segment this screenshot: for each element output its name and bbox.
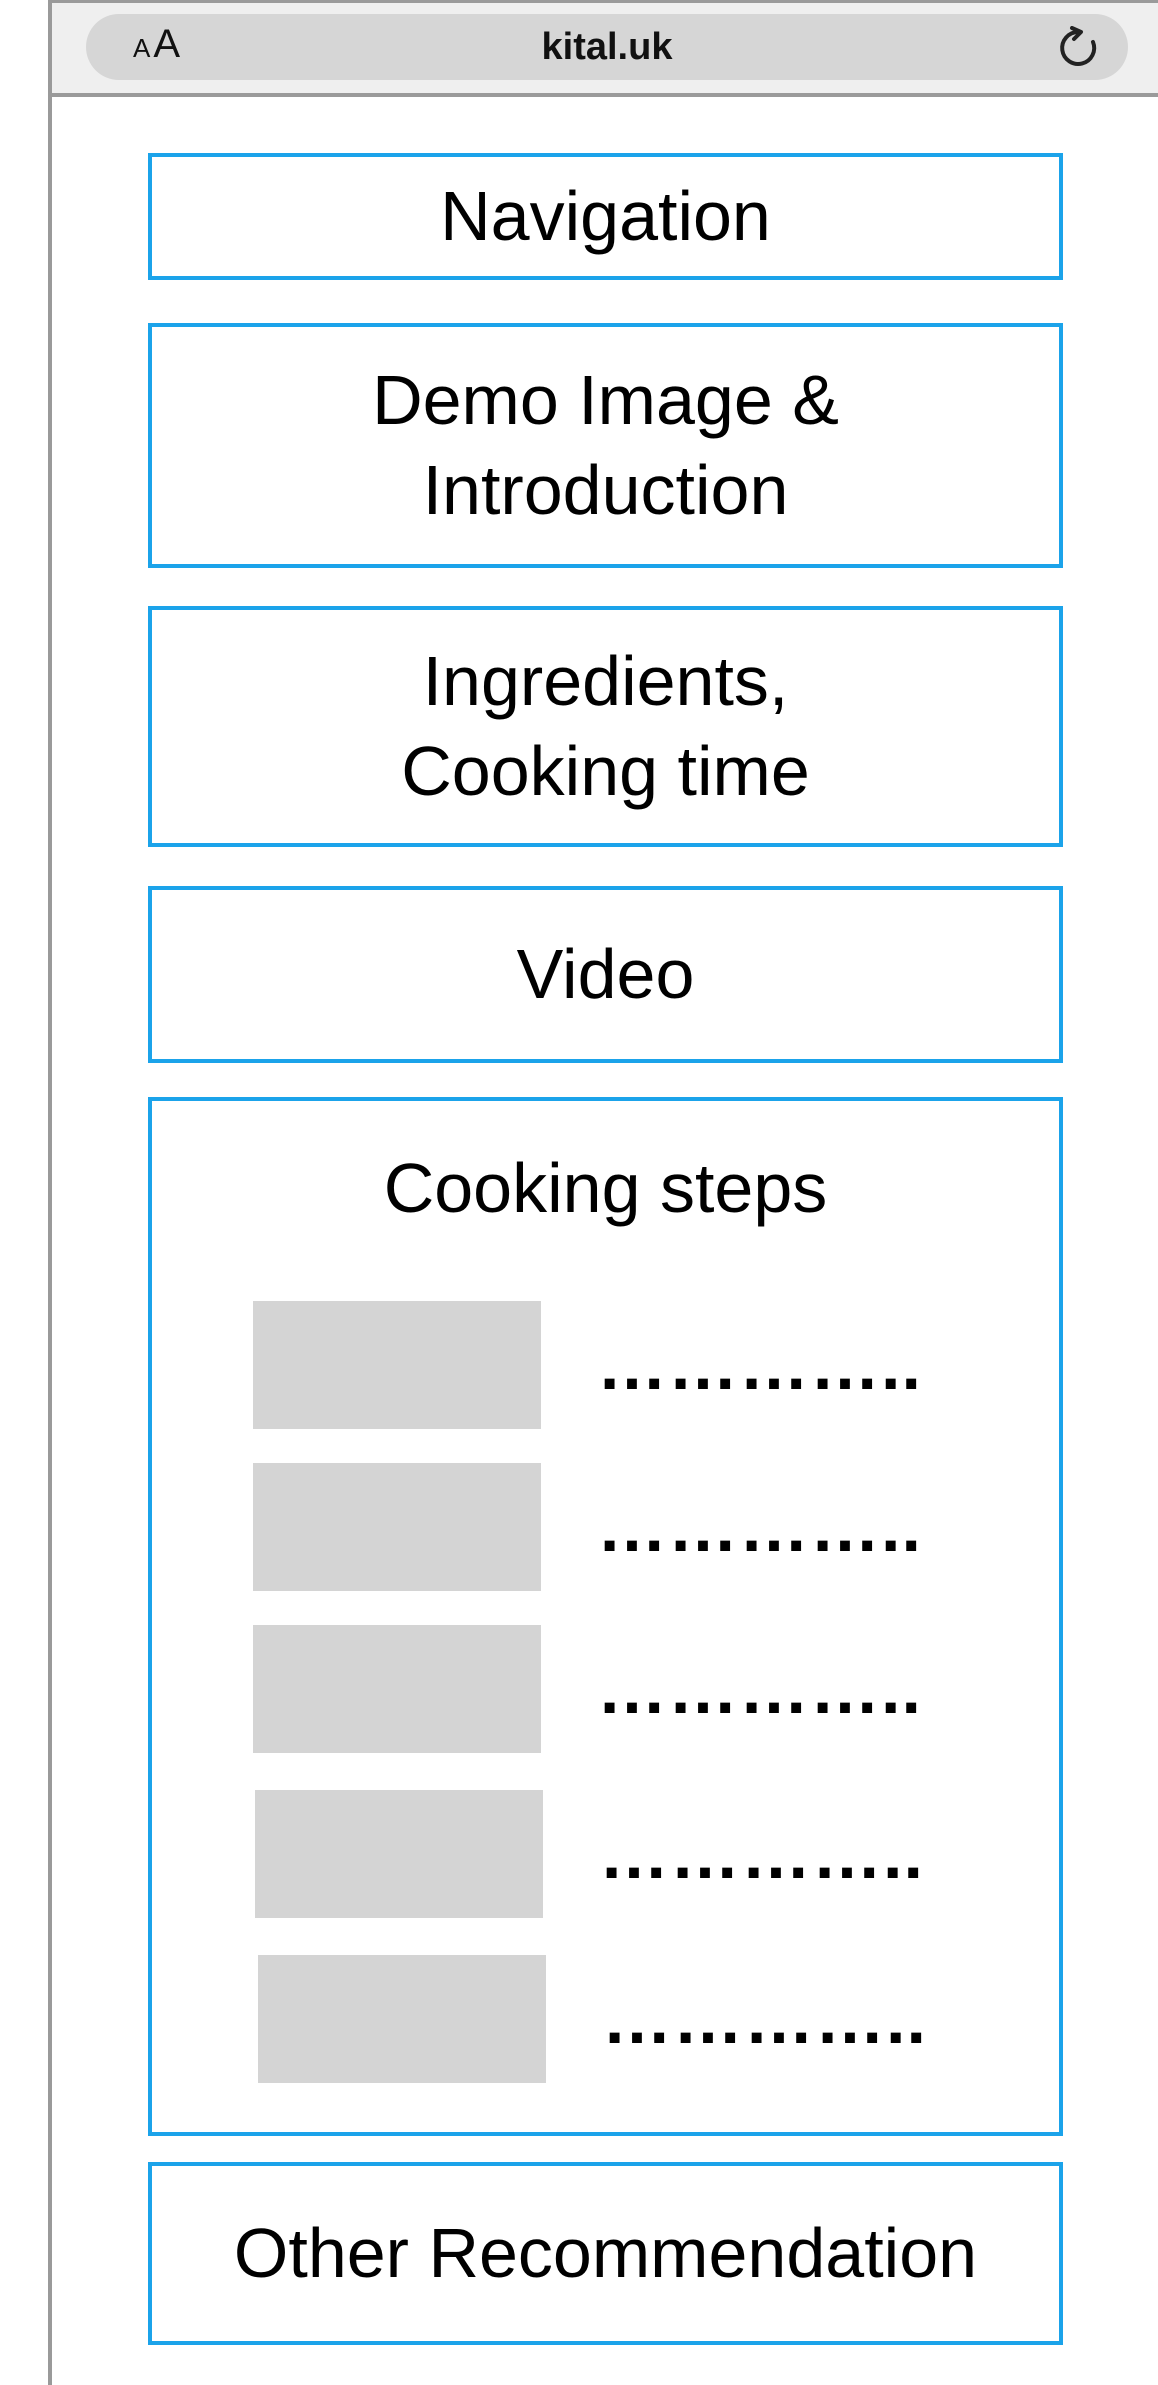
step-text-placeholder: ………….. [599,1815,924,1893]
video-label: Video [516,934,695,1013]
demo-image-section: Demo Image & Introduction [148,323,1063,568]
cooking-steps-title: Cooking steps [383,1149,828,1227]
other-recommendation-section: Other Recommendation [148,2162,1063,2345]
demo-image-label: Demo Image & Introduction [372,360,839,529]
step-row: ………….. [152,1463,1059,1591]
step-image-placeholder [253,1463,541,1591]
page: A A kital.uk Navigation Demo Image & Int… [0,0,1158,2385]
address-bar[interactable]: A A kital.uk [86,14,1128,80]
step-image-placeholder [258,1955,546,2083]
other-recommendation-label: Other Recommendation [233,2213,978,2292]
navigation-label: Navigation [440,176,771,255]
reload-icon[interactable] [1056,26,1100,70]
step-text-placeholder: ………….. [602,1980,927,2058]
step-text-placeholder: ………….. [597,1326,922,1404]
step-text-placeholder: ………….. [597,1650,922,1728]
step-image-placeholder [255,1790,543,1918]
step-row: ………….. [152,1301,1059,1429]
step-row: ………….. [152,1790,1059,1918]
navigation-section: Navigation [148,153,1063,280]
frame-left-border [48,0,52,2385]
cooking-steps-section: Cooking steps ………….. ………….. ………….. ………….… [148,1097,1063,2136]
step-text-placeholder: ………….. [597,1488,922,1566]
step-row: ………….. [152,1625,1059,1753]
video-section: Video [148,886,1063,1063]
step-image-placeholder [253,1625,541,1753]
url-text[interactable]: kital.uk [86,14,1128,80]
ingredients-label: Ingredients, Cooking time [401,641,810,810]
browser-toolbar: A A kital.uk [52,3,1158,97]
ingredients-section: Ingredients, Cooking time [148,606,1063,847]
step-row: ………….. [152,1955,1059,2083]
step-image-placeholder [253,1301,541,1429]
